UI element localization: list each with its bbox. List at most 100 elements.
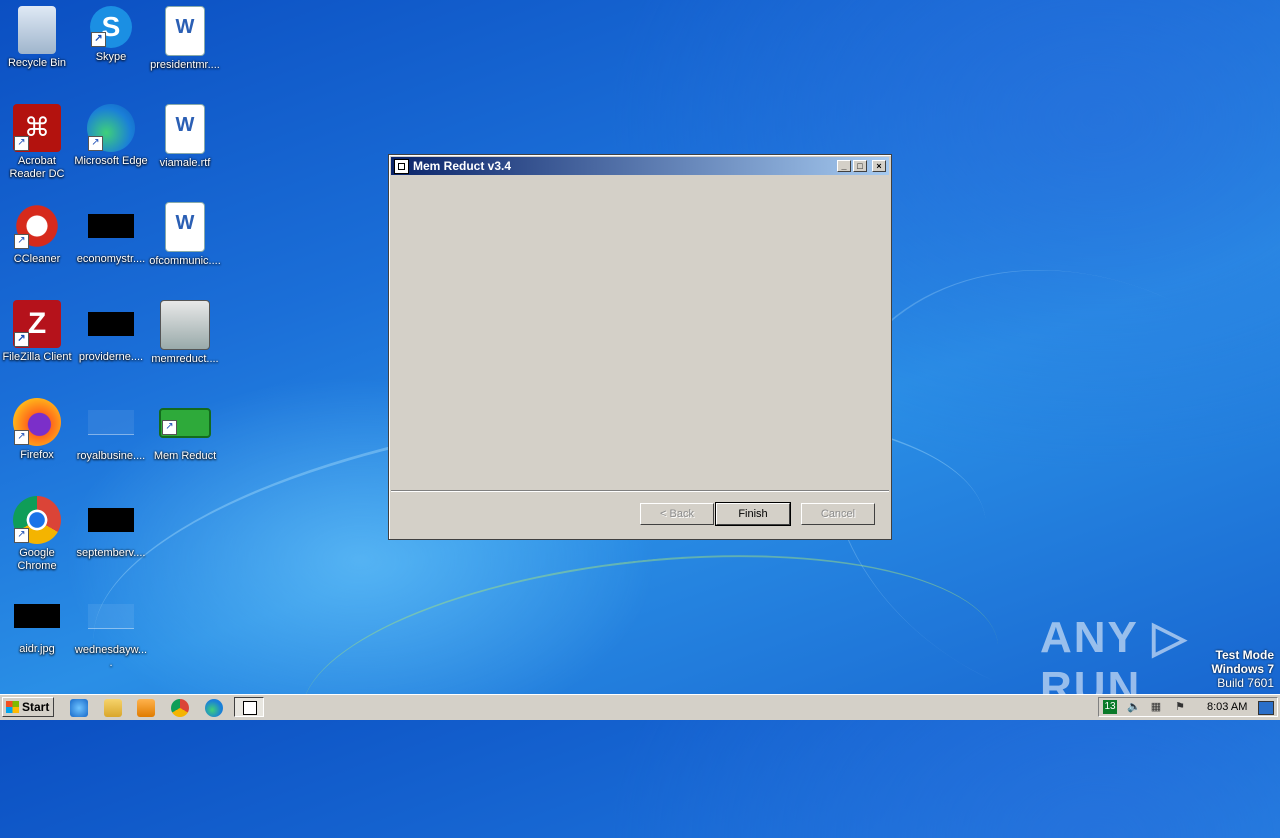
os-label: Windows 7 bbox=[1211, 662, 1274, 676]
wallpaper-streak bbox=[289, 524, 1011, 838]
desktop-icon-label: providerne.... bbox=[78, 351, 144, 363]
internet-explorer-icon[interactable] bbox=[70, 699, 88, 717]
app-icon bbox=[394, 158, 409, 174]
desktop-icon-label: Mem Reduct bbox=[153, 450, 217, 462]
file-explorer-icon[interactable] bbox=[104, 699, 122, 717]
black-thumbnail-icon bbox=[88, 214, 134, 238]
desktop-icon-presidentmr[interactable]: W presidentmr.... bbox=[148, 6, 222, 72]
setup-dialog: Mem Reduct v3.4 _ □ × < Back Finish Canc… bbox=[388, 154, 892, 540]
recycle-bin-icon bbox=[18, 6, 56, 54]
desktop-icon-economystr[interactable]: economystr.... bbox=[74, 202, 148, 266]
build-label: Build 7601 bbox=[1217, 676, 1274, 690]
black-thumbnail-icon bbox=[14, 604, 60, 628]
desktop-icon-firefox[interactable]: ↗ Firefox bbox=[0, 398, 74, 462]
desktop-icon-label: Microsoft Edge bbox=[74, 155, 148, 167]
system-tray: 13 🔈 ▦ ⚑ 8:03 AM bbox=[1098, 697, 1278, 717]
desktop-icon-label: wednesdayw.... bbox=[74, 644, 148, 669]
app-icon bbox=[243, 701, 257, 715]
edge-taskbar-icon[interactable] bbox=[205, 699, 223, 717]
shortcut-arrow-icon: ↗ bbox=[14, 430, 29, 445]
word-document-icon: W bbox=[165, 202, 205, 252]
desktop-icon-label: Acrobat Reader DC bbox=[9, 155, 65, 180]
dialog-title: Mem Reduct v3.4 bbox=[413, 159, 512, 173]
memreduct-icon: ↗ bbox=[159, 408, 211, 438]
desktop-icon-memreduct[interactable]: ↗ Mem Reduct bbox=[148, 398, 222, 463]
blank-file-icon bbox=[88, 410, 134, 435]
desktop-icon-label: royalbusine.... bbox=[76, 450, 146, 462]
shortcut-arrow-icon: ↗ bbox=[14, 332, 29, 347]
shortcut-arrow-icon: ↗ bbox=[162, 420, 177, 435]
tray-badge[interactable]: 13 bbox=[1103, 700, 1117, 714]
chrome-taskbar-icon[interactable] bbox=[171, 699, 189, 717]
desktop-icon-label: economystr.... bbox=[76, 253, 146, 265]
black-thumbnail-icon bbox=[88, 312, 134, 336]
desktop-icon-label: memreduct.... bbox=[151, 353, 219, 365]
network-icon[interactable]: ▦ bbox=[1149, 701, 1163, 714]
cancel-button[interactable]: Cancel bbox=[801, 503, 875, 525]
desktop-icon-label: presidentmr.... bbox=[150, 59, 220, 71]
black-thumbnail-icon bbox=[88, 508, 134, 532]
start-button[interactable]: Start bbox=[2, 697, 54, 717]
volume-icon[interactable]: 🔈 bbox=[1127, 701, 1141, 714]
media-player-icon[interactable] bbox=[137, 699, 155, 717]
skype-icon: S ↗ bbox=[90, 6, 132, 48]
desktop-icon-label: CCleaner bbox=[13, 253, 61, 265]
edge-icon: ↗ bbox=[87, 104, 135, 152]
desktop-icon-label: aidr.jpg bbox=[19, 643, 55, 655]
desktop-icon-aidr[interactable]: aidr.jpg bbox=[0, 604, 74, 656]
start-label: Start bbox=[22, 700, 50, 714]
desktop-icon-providerne[interactable]: providerne.... bbox=[74, 300, 148, 364]
desktop-icon-label: septemberv.... bbox=[76, 547, 146, 559]
dialog-separator bbox=[391, 490, 889, 492]
blank-file-icon bbox=[88, 604, 134, 629]
shortcut-arrow-icon: ↗ bbox=[14, 234, 29, 249]
desktop-icon-edge[interactable]: ↗ Microsoft Edge bbox=[74, 104, 148, 168]
ccleaner-icon: ↗ bbox=[13, 202, 61, 250]
desktop-icon-ofcommunic[interactable]: W ofcommunic.... bbox=[148, 202, 222, 268]
desktop-icon-memreduct-installer[interactable]: memreduct.... bbox=[148, 300, 222, 366]
desktop-icon-label: Google Chrome bbox=[17, 547, 57, 572]
test-mode-notice: Test Mode Windows 7 Build 7601 bbox=[1211, 648, 1274, 690]
maximize-button[interactable]: □ bbox=[853, 160, 867, 172]
desktop-icon-label: ofcommunic.... bbox=[149, 255, 221, 267]
desktop-icon-acrobat[interactable]: ⌘ ↗ Acrobat Reader DC bbox=[0, 104, 74, 181]
shortcut-arrow-icon: ↗ bbox=[88, 136, 103, 151]
firefox-icon: ↗ bbox=[13, 398, 61, 446]
shortcut-arrow-icon: ↗ bbox=[14, 528, 29, 543]
desktop-icon-skype[interactable]: S ↗ Skype bbox=[74, 6, 148, 64]
taskbar-item-memreduct[interactable] bbox=[234, 697, 264, 717]
installer-icon bbox=[160, 300, 210, 350]
desktop-icon-wednesdayw[interactable]: wednesdayw.... bbox=[74, 604, 148, 670]
desktop-icon-royalbusine[interactable]: royalbusine.... bbox=[74, 398, 148, 463]
desktop-icon-viamale[interactable]: W viamale.rtf bbox=[148, 104, 222, 170]
desktop-icon-chrome[interactable]: ↗ Google Chrome bbox=[0, 496, 74, 573]
tray-clock[interactable]: 8:03 AM bbox=[1207, 701, 1247, 713]
desktop-icon-recycle-bin[interactable]: Recycle Bin bbox=[0, 6, 74, 70]
back-button[interactable]: < Back bbox=[640, 503, 714, 525]
shortcut-arrow-icon: ↗ bbox=[14, 136, 29, 151]
desktop-icon-filezilla[interactable]: Z ↗ FileZilla Client bbox=[0, 300, 74, 364]
desktop-icon-label: viamale.rtf bbox=[159, 157, 211, 169]
desktop-icon-septemberv[interactable]: septemberv.... bbox=[74, 496, 148, 560]
desktop-icon-ccleaner[interactable]: ↗ CCleaner bbox=[0, 202, 74, 266]
desktop-icon-label: Skype bbox=[95, 51, 127, 63]
close-button[interactable]: × bbox=[872, 160, 886, 172]
acrobat-icon: ⌘ ↗ bbox=[13, 104, 61, 152]
desktop-icon-label: Recycle Bin bbox=[7, 57, 67, 69]
finish-button[interactable]: Finish bbox=[715, 502, 791, 526]
action-center-flag-icon[interactable]: ⚑ bbox=[1173, 701, 1187, 714]
shortcut-arrow-icon: ↗ bbox=[91, 32, 106, 47]
filezilla-icon: Z ↗ bbox=[13, 300, 61, 348]
windows-logo-icon bbox=[6, 701, 19, 713]
taskbar: Start 13 🔈 ▦ ⚑ 8:03 AM bbox=[0, 694, 1280, 720]
dialog-titlebar[interactable]: Mem Reduct v3.4 _ □ × bbox=[391, 157, 889, 175]
chrome-icon: ↗ bbox=[13, 496, 61, 544]
show-desktop-icon[interactable] bbox=[1258, 701, 1274, 715]
word-document-icon: W bbox=[165, 104, 205, 154]
word-document-icon: W bbox=[165, 6, 205, 56]
desktop-icon-label: Firefox bbox=[20, 449, 54, 461]
dialog-content-area bbox=[391, 175, 889, 491]
minimize-button[interactable]: _ bbox=[837, 160, 851, 172]
desktop-icon-label: FileZilla Client bbox=[2, 351, 72, 363]
test-mode-label: Test Mode bbox=[1215, 648, 1274, 662]
